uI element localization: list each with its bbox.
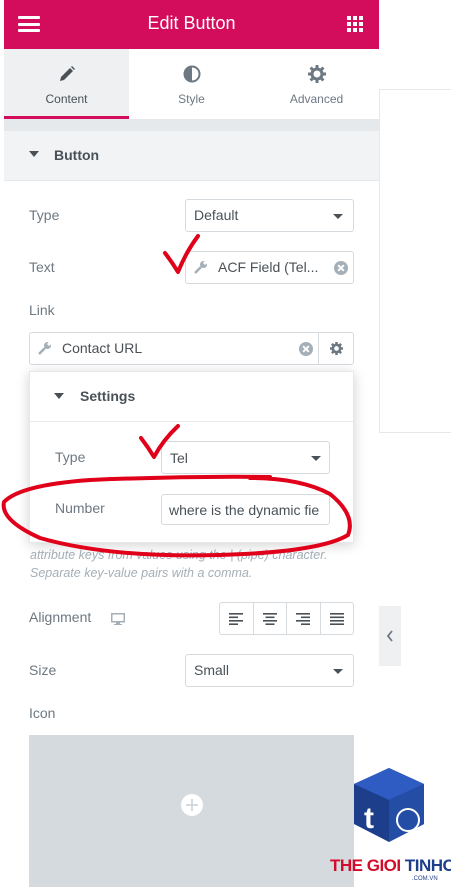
link-dynamic-field[interactable]: Contact URL [29, 332, 319, 365]
panel-tabs: Content Style Advanced [4, 49, 379, 119]
watermark-brand-b: TINHOC [404, 856, 451, 875]
align-justify-button[interactable] [321, 603, 354, 634]
link-help-text: attribute keys from values using the | (… [30, 548, 328, 580]
watermark-sub: .COM.VN [412, 876, 438, 882]
chevron-left-icon [386, 630, 393, 642]
clear-icon[interactable] [334, 261, 348, 275]
popover-title: Settings [80, 388, 136, 404]
chevron-down-icon [333, 214, 343, 219]
type-select-value: Default [194, 207, 239, 223]
caret-down-icon [29, 151, 39, 157]
collapse-panel-handle[interactable] [379, 606, 401, 666]
popover-type-label: Type [55, 449, 86, 465]
size-select-value: Small [194, 662, 230, 678]
popover-type-select[interactable]: Tel [161, 441, 330, 474]
watermark-brand-a: THE GIOI [330, 856, 405, 875]
link-dynamic-value: Contact URL [62, 340, 143, 356]
align-right-icon [296, 612, 311, 625]
wrench-icon [38, 341, 52, 358]
link-settings-button[interactable] [319, 332, 354, 365]
chevron-down-icon [311, 456, 321, 461]
panel-title: Edit Button [147, 13, 236, 33]
align-center-icon [262, 612, 277, 625]
alignment-choices [219, 602, 354, 635]
grid-icon[interactable] [347, 16, 363, 32]
icon-label: Icon [29, 705, 56, 721]
link-label: Link [29, 302, 55, 318]
tab-content-label: Content [45, 92, 88, 106]
tab-style-label: Style [178, 92, 205, 106]
tab-advanced[interactable]: Advanced [254, 49, 379, 119]
align-left-button[interactable] [220, 603, 254, 634]
align-left-icon [229, 612, 244, 625]
type-label: Type [29, 207, 60, 223]
size-select[interactable]: Small [185, 654, 354, 687]
settings-popover: Settings Type Tel Number where is the dy… [29, 371, 354, 543]
size-label: Size [29, 662, 57, 678]
tab-advanced-label: Advanced [289, 92, 344, 106]
align-center-button[interactable] [254, 603, 287, 634]
preview-divider [379, 89, 451, 90]
editor-panel: Edit Button Content Style Advanced Butto… [4, 0, 379, 887]
popover-type-value: Tel [170, 450, 188, 466]
gear-icon [254, 65, 379, 85]
tab-style[interactable]: Style [129, 49, 254, 119]
align-justify-icon [329, 612, 344, 625]
popover-number-label: Number [55, 500, 105, 516]
icon-picker[interactable] [29, 735, 354, 887]
panel-header: Edit Button [4, 0, 379, 49]
watermark-brand: THE GIOI TINHOC [330, 856, 451, 876]
align-right-button[interactable] [287, 603, 321, 634]
section-button-header[interactable]: Button [4, 131, 379, 181]
watermark-logo: t THE GIOI TINHOC .COM.VN [326, 762, 451, 887]
half-circle-icon [129, 65, 254, 85]
number-input[interactable]: where is the dynamic fie [161, 494, 330, 525]
section-title: Button [54, 147, 100, 163]
number-input-value: where is the dynamic fie [169, 502, 320, 518]
svg-text:t: t [364, 802, 374, 835]
logo-cube-icon: t [354, 768, 424, 842]
preview-divider [379, 432, 451, 433]
gear-icon [329, 342, 343, 355]
popover-header[interactable]: Settings [30, 372, 353, 422]
pencil-icon [4, 65, 129, 85]
preview-frame [379, 89, 380, 432]
type-select[interactable]: Default [185, 199, 354, 232]
clear-icon[interactable] [299, 342, 313, 356]
text-label: Text [29, 259, 55, 275]
desktop-icon[interactable] [111, 612, 125, 630]
text-dynamic-field[interactable]: ACF Field (Tel... [185, 251, 354, 284]
tab-content[interactable]: Content [4, 49, 129, 119]
section-divider [4, 119, 379, 131]
wrench-icon [194, 260, 208, 277]
caret-down-icon [54, 393, 64, 399]
alignment-label: Alignment [29, 609, 92, 625]
chevron-down-icon [333, 669, 343, 674]
plus-icon[interactable] [181, 794, 203, 816]
text-dynamic-value: ACF Field (Tel... [218, 259, 319, 275]
